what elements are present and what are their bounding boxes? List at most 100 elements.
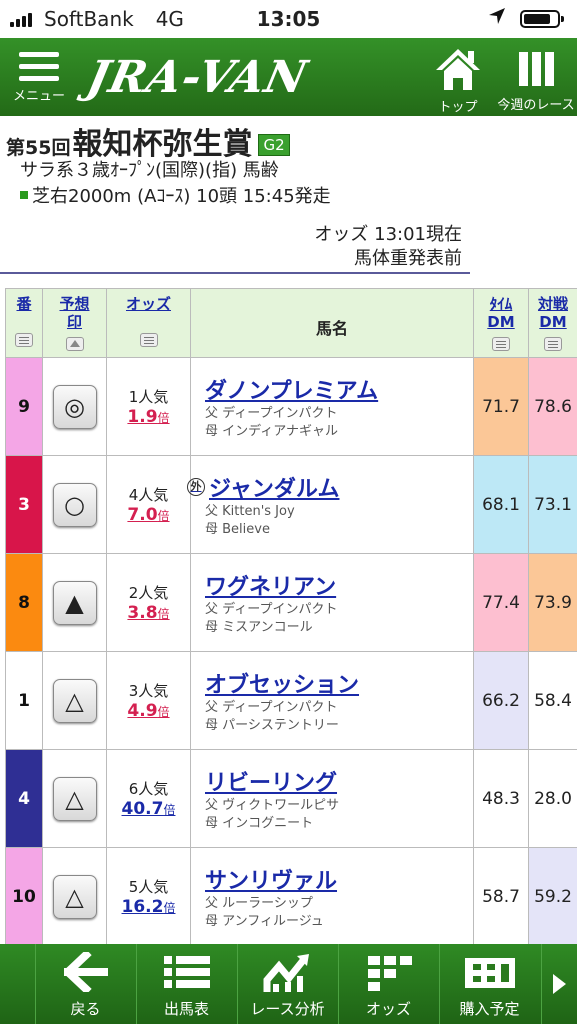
sire: 父 ディープインパクト bbox=[205, 405, 338, 421]
header-taisen-dm-label[interactable]: 対戦 DM bbox=[529, 295, 577, 331]
header-mark-line1: 予想 bbox=[59, 295, 90, 313]
time-dm-cell: 68.1 bbox=[473, 455, 529, 554]
popularity: 5人気 bbox=[128, 878, 169, 896]
header-time-dm[interactable]: ﾀｲﾑ DM bbox=[473, 288, 529, 358]
back-arrow-icon bbox=[36, 949, 135, 998]
prediction-mark-button[interactable]: ◎ bbox=[52, 384, 97, 429]
sort-icon[interactable] bbox=[15, 333, 33, 347]
header-taisen-line1: 対戦 bbox=[537, 295, 568, 313]
horse-name-link[interactable]: リビーリング bbox=[205, 765, 337, 797]
prediction-mark-button[interactable]: △ bbox=[52, 874, 97, 919]
horse-cell: 外ジャンダルム父 Kitten's Joy 母 Believe bbox=[187, 455, 474, 554]
nav-back-label: 戻る bbox=[70, 1000, 101, 1018]
table-row[interactable]: 9 ◎ 1人気 1.9倍 ダノンプレミアム父 ディープインパクト母 インディアナギャル 7… bbox=[5, 357, 577, 456]
odds-value: 16.2 bbox=[121, 897, 164, 917]
mark-cell: △ bbox=[42, 847, 107, 946]
nav-purchase[interactable]: 購入予定 bbox=[439, 944, 539, 1024]
table-row[interactable]: 3 ○ 4人気 7.0倍外ジャンダルム父 Kitten's Joy 母 Believe 6… bbox=[5, 455, 577, 554]
horse-name: ダノンプレミアム bbox=[205, 378, 379, 404]
horse-cell: ダノンプレミアム父 ディープインパクト母 インディアナギャル bbox=[190, 357, 474, 456]
table-row[interactable]: 10 △ 5人気 16.2倍 サンリヴァル父 ルーラーシップ母 アンフィルージュ 58.7… bbox=[5, 847, 577, 946]
nav-odds[interactable]: オッズ bbox=[338, 944, 438, 1024]
taisen-dm-cell: 78.6 bbox=[528, 357, 577, 456]
taisen-dm-value: 73.9 bbox=[534, 592, 572, 613]
header-umaban-label[interactable]: 番 bbox=[6, 295, 42, 313]
prediction-mark-button[interactable]: ○ bbox=[52, 482, 97, 527]
odds-value: 40.7 bbox=[121, 799, 164, 819]
time-dm-cell: 66.2 bbox=[473, 651, 529, 750]
odds-link[interactable]: 40.7倍 bbox=[122, 799, 176, 819]
header-odds[interactable]: オッズ bbox=[106, 288, 191, 358]
table-row[interactable]: 1 △ 3人気 4.9倍 オブセッション父 ディープインパクト母 パーシステントリー 66… bbox=[5, 651, 577, 750]
odds-cell: 5人気 16.2倍 bbox=[106, 847, 191, 946]
taisen-dm-cell: 73.9 bbox=[528, 553, 577, 652]
time-dm-value: 77.4 bbox=[482, 592, 520, 613]
prediction-mark-button[interactable]: △ bbox=[52, 678, 97, 723]
nav-entries-label: 出馬表 bbox=[163, 1000, 209, 1018]
table-header-row: 番 予想印 オッズ 馬名 ﾀｲﾑ DM 対戦 DM bbox=[5, 288, 577, 358]
horse-name-link[interactable]: サンリヴァル bbox=[205, 863, 337, 895]
nav-next-arrow-icon[interactable] bbox=[541, 944, 577, 1024]
odds-unit: 倍 bbox=[157, 705, 170, 719]
header-horse-label: 馬名 bbox=[315, 319, 348, 338]
sort-icon[interactable] bbox=[492, 337, 510, 351]
frame-number-cell: 3 bbox=[5, 455, 43, 554]
frame-number-cell: 4 bbox=[5, 749, 43, 848]
header-mark[interactable]: 予想印 bbox=[42, 288, 107, 358]
weight-status: 馬体重発表前 bbox=[354, 248, 462, 269]
header-time-line1: ﾀｲﾑ bbox=[489, 295, 513, 313]
header-umaban[interactable]: 番 bbox=[5, 288, 43, 358]
horse-name-link[interactable]: オブセッション bbox=[205, 667, 359, 699]
jra-van-logo[interactable]: JRA-VAN bbox=[83, 52, 313, 103]
time-dm-value: 58.7 bbox=[482, 886, 520, 907]
odds-link[interactable]: 16.2倍 bbox=[122, 897, 176, 917]
menu-button[interactable]: メニュー bbox=[10, 48, 68, 112]
odds-icon bbox=[339, 952, 438, 998]
header-time-dm-label[interactable]: ﾀｲﾑ DM bbox=[474, 295, 528, 331]
time-dm-cell: 71.7 bbox=[473, 357, 529, 456]
mark-cell: ◎ bbox=[42, 357, 107, 456]
header-taisen-dm[interactable]: 対戦 DM bbox=[528, 288, 577, 358]
horse-name: オブセッション bbox=[205, 672, 360, 698]
sort-asc-icon[interactable] bbox=[65, 337, 84, 351]
header-odds-label[interactable]: オッズ bbox=[107, 295, 190, 313]
sire: 父 Kitten's Joy bbox=[205, 503, 295, 519]
horse-name-link[interactable]: ワグネリアン bbox=[205, 569, 336, 601]
odds-link[interactable]: 3.8倍 bbox=[127, 603, 169, 623]
odds-link[interactable]: 1.9倍 bbox=[127, 407, 169, 427]
ticket-icon bbox=[440, 952, 539, 998]
weekly-races-button[interactable]: 今週のレース bbox=[496, 46, 576, 113]
odds-link[interactable]: 7.0倍 bbox=[127, 505, 169, 525]
time-dm-value: 48.3 bbox=[482, 788, 520, 809]
table-row[interactable]: 4 △ 6人気 40.7倍 リビーリング父 ヴィクトワールピサ母 インコグニート 48.3… bbox=[5, 749, 577, 848]
nav-analysis[interactable]: レース分析 bbox=[237, 944, 337, 1024]
table-row[interactable]: 8 ▲ 2人気 3.8倍 ワグネリアン父 ディープインパクト母 ミスアンコール 77.4 7… bbox=[5, 553, 577, 652]
horse-cell: オブセッション父 ディープインパクト母 パーシステントリー bbox=[190, 651, 474, 750]
nav-back[interactable]: 戻る bbox=[35, 944, 135, 1024]
horse-name-link[interactable]: ダノンプレミアム bbox=[205, 373, 378, 405]
horse-number: 10 bbox=[12, 886, 36, 907]
odds-link[interactable]: 4.9倍 bbox=[127, 701, 169, 721]
hamburger-icon bbox=[19, 52, 59, 81]
race-conditions: サラ系３歳ｵｰﾌﾟﾝ(国際)(指) 馬齢 bbox=[20, 160, 279, 181]
foreign-badge: 外 bbox=[187, 477, 205, 496]
prediction-mark-button[interactable]: △ bbox=[52, 776, 97, 821]
frame-number-cell: 8 bbox=[5, 553, 43, 652]
sort-icon[interactable] bbox=[544, 337, 562, 351]
odds-value: 1.9 bbox=[127, 407, 158, 427]
horse-number: 3 bbox=[18, 494, 30, 515]
dam: 母 Believe bbox=[205, 521, 270, 537]
turf-square-icon bbox=[20, 191, 28, 199]
nav-entries[interactable]: 出馬表 bbox=[136, 944, 236, 1024]
dam: 母 アンフィルージュ bbox=[205, 913, 324, 929]
prediction-mark-button[interactable]: ▲ bbox=[52, 580, 97, 625]
popularity: 2人気 bbox=[128, 584, 169, 602]
horse-cell: サンリヴァル父 ルーラーシップ母 アンフィルージュ bbox=[190, 847, 474, 946]
horse-number: 1 bbox=[18, 690, 30, 711]
horse-name-link[interactable]: 外ジャンダルム bbox=[187, 471, 339, 503]
top-button[interactable]: トップ bbox=[432, 46, 484, 115]
mark-cell: △ bbox=[42, 749, 107, 848]
sort-icon[interactable] bbox=[139, 333, 158, 347]
header-time-line2: DM bbox=[487, 313, 515, 331]
header-mark-label[interactable]: 予想印 bbox=[43, 295, 106, 331]
